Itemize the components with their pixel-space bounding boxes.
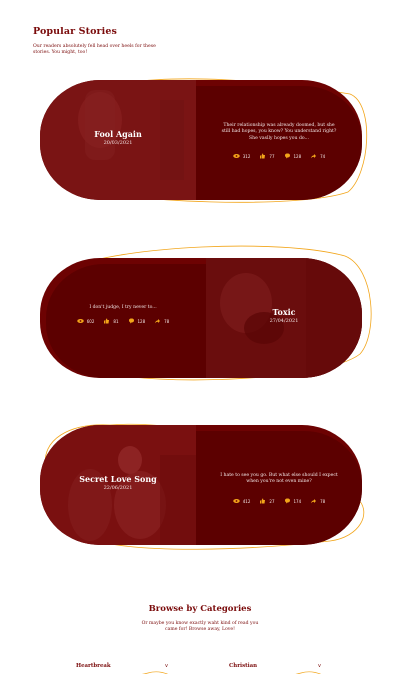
story-date: 20/03/2021 — [103, 140, 133, 146]
comment-icon — [284, 498, 290, 504]
thumbs-up-icon — [104, 318, 110, 324]
story-info: I don't judge, I try never to... 602 81 … — [40, 258, 206, 378]
comments-count: 128 — [137, 318, 146, 324]
eye-icon — [233, 499, 240, 503]
story-date: 27/04/2021 — [269, 318, 299, 324]
comments-stat[interactable]: 128 — [128, 318, 146, 324]
shares-stat[interactable]: 78 — [154, 318, 169, 324]
story-title: Toxic — [272, 307, 296, 317]
views-stat: 312 — [233, 153, 251, 159]
story-date: 22/06/2021 — [103, 485, 133, 491]
views-stat: 602 — [77, 318, 95, 324]
story-card-fool-again[interactable]: Fool Again 20/03/2021 Their relationship… — [40, 78, 368, 203]
views-count: 602 — [86, 318, 95, 324]
story-info: Their relationship was already doomed, b… — [196, 80, 362, 200]
views-count: 412 — [242, 498, 251, 504]
page-subtitle: Our readers absolutely fell head over he… — [33, 44, 156, 56]
chevron-down-icon: v — [318, 663, 321, 669]
views-count: 312 — [242, 153, 251, 159]
story-title: Fool Again — [94, 129, 142, 139]
eye-icon — [77, 319, 84, 323]
category-christian[interactable]: Christian v — [229, 662, 329, 674]
likes-stat[interactable]: 77 — [259, 153, 275, 159]
comments-stat[interactable]: 174 — [284, 498, 302, 504]
category-heartbreak[interactable]: Heartbreak v — [76, 662, 176, 674]
story-excerpt: Their relationship was already doomed, b… — [221, 123, 337, 141]
chevron-down-icon: v — [165, 663, 168, 669]
comments-count: 128 — [293, 153, 302, 159]
shares-count: 74 — [320, 153, 326, 159]
likes-stat[interactable]: 81 — [103, 318, 119, 324]
story-info: I hate to see you go. But what else shou… — [196, 425, 362, 545]
thumbs-up-icon — [260, 498, 266, 504]
story-image: Toxic 27/04/2021 — [206, 258, 362, 378]
story-stats: 602 81 128 78 — [40, 318, 206, 324]
thumbs-up-icon — [260, 153, 266, 159]
eye-icon — [233, 154, 240, 158]
category-label: Heartbreak — [76, 663, 111, 669]
shares-stat[interactable]: 74 — [310, 153, 325, 159]
story-image: Secret Love Song 22/06/2021 — [40, 425, 196, 545]
likes-count: 27 — [269, 498, 275, 504]
likes-count: 77 — [269, 153, 275, 159]
story-stats: 312 77 128 74 — [196, 153, 362, 159]
share-arrow-icon — [311, 154, 317, 159]
browse-title: Browse by Categories — [148, 604, 252, 614]
story-excerpt: I hate to see you go. But what else shou… — [220, 473, 338, 485]
share-arrow-icon — [155, 319, 161, 324]
comment-icon — [284, 153, 290, 159]
category-label: Christian — [229, 663, 258, 669]
story-excerpt: I don't judge, I try never to... — [89, 305, 157, 310]
likes-stat[interactable]: 27 — [259, 498, 275, 504]
page-title: Popular Stories — [33, 26, 117, 37]
story-title: Secret Love Song — [79, 474, 157, 484]
story-card-body: Fool Again 20/03/2021 Their relationship… — [40, 80, 362, 200]
story-card-body: I don't judge, I try never to... 602 81 … — [40, 258, 362, 378]
story-image: Fool Again 20/03/2021 — [40, 80, 196, 200]
story-stats: 412 27 174 78 — [196, 498, 362, 504]
popular-stories-header: Popular Stories Our readers absolutely f… — [33, 26, 163, 56]
browse-subtitle: Or maybe you know exactly waht kind of r… — [141, 621, 259, 633]
comment-icon — [128, 318, 134, 324]
shares-stat[interactable]: 78 — [310, 498, 325, 504]
likes-count: 81 — [113, 318, 119, 324]
comments-count: 174 — [293, 498, 302, 504]
story-card-secret-love-song[interactable]: Secret Love Song 22/06/2021 I hate to se… — [40, 423, 365, 550]
share-arrow-icon — [311, 499, 317, 504]
shares-count: 78 — [164, 318, 170, 324]
story-card-toxic[interactable]: I don't judge, I try never to... 602 81 … — [40, 245, 372, 381]
views-stat: 412 — [233, 498, 251, 504]
browse-categories-section: Browse by Categories Or maybe you know e… — [0, 604, 400, 633]
comments-stat[interactable]: 128 — [284, 153, 302, 159]
shares-count: 78 — [320, 498, 326, 504]
story-card-body: Secret Love Song 22/06/2021 I hate to se… — [40, 425, 362, 545]
